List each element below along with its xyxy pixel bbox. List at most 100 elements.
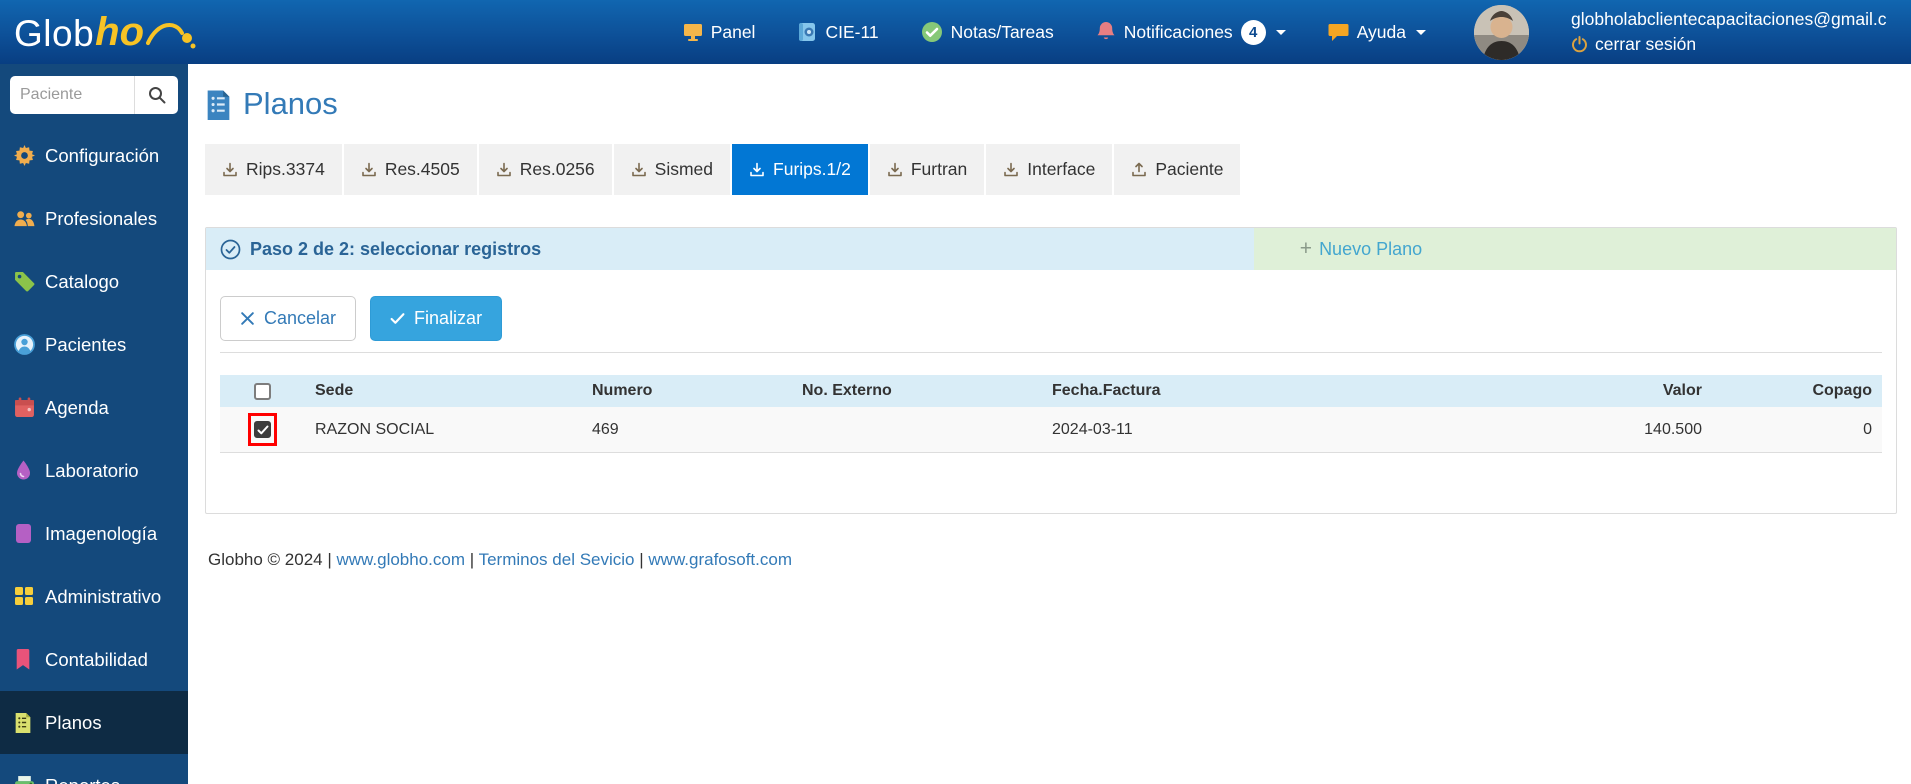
chevron-down-icon [1275,29,1286,35]
grid-icon [14,586,35,607]
tab-res4505[interactable]: Res.4505 [343,144,477,195]
records-panel: Paso 2 de 2: seleccionar registros + Nue… [205,227,1897,514]
tab-furtran[interactable]: Furtran [869,144,985,195]
tab-label: Paciente [1155,159,1224,179]
cell-no-externo [792,407,1042,453]
column-header-valor: Valor [1662,382,1702,399]
sidebar-item-agenda[interactable]: Agenda [0,376,188,439]
footer-link-globho[interactable]: www.globho.com [337,550,466,569]
footer-separator: | [639,550,644,569]
search-icon [148,86,166,104]
nav-item-notas-tareas[interactable]: Notas/Tareas [921,21,1054,43]
footer: Globho © 2024 | www.globho.com | Termino… [208,550,1897,570]
gear-icon [14,145,35,166]
panel-body: Cancelar Finalizar Sede Numero No. Exter… [206,270,1896,513]
cell-valor: 140.500 [1644,420,1702,438]
user-email: globholabclientecapacitaciones@gmail.c [1571,8,1887,29]
cell-numero: 469 [592,420,619,438]
chevron-down-icon [1416,29,1426,35]
calendar-icon [14,397,35,418]
column-header-fecha-factura: Fecha.Factura [1052,382,1161,399]
new-plan-button[interactable]: + Nuevo Plano [1253,228,1896,270]
nav-item-notificaciones[interactable]: Notificaciones 4 [1096,19,1286,45]
sidebar-item-contabilidad[interactable]: Contabilidad [0,628,188,691]
nav-item-panel[interactable]: Panel [683,21,756,43]
tab-label: Res.4505 [384,159,460,179]
search-button[interactable] [134,76,178,114]
row-checkbox[interactable] [254,421,271,438]
select-all-checkbox[interactable] [254,382,271,400]
sidebar-item-profesionales[interactable]: Profesionales [0,187,188,250]
sidebar-item-planos[interactable]: Planos [0,691,188,754]
nav-item-cie11[interactable]: CIE-11 [797,22,879,43]
people-icon [14,208,35,229]
download-icon [222,162,238,178]
patient-search-input[interactable] [10,76,134,114]
sidebar-item-catalogo[interactable]: Catalogo [0,250,188,313]
sidebar: Configuración Profesionales Catalogo Pac… [0,64,188,784]
cancel-button[interactable]: Cancelar [220,296,357,341]
step-indicator: Paso 2 de 2: seleccionar registros [206,228,1254,270]
bookmark-icon [14,649,35,670]
main-content: Planos Rips.3374 Res.4505 Res.0256 Sisme… [188,64,1911,570]
bell-icon [1096,21,1116,43]
check-icon [390,311,405,326]
step-label: Paso 2 de 2: seleccionar registros [250,238,542,259]
sidebar-menu: Configuración Profesionales Catalogo Pac… [0,124,188,784]
globho-logo[interactable]: Glob ho [14,10,198,55]
notification-count-badge: 4 [1240,19,1266,45]
sidebar-item-configuracion[interactable]: Configuración [0,124,188,187]
cell-copago: 0 [1863,420,1872,438]
tab-label: Furtran [910,159,968,179]
tab-furips12[interactable]: Furips.1/2 [732,144,868,195]
download-icon [1003,162,1019,178]
logo-text-ho: ho [95,9,145,54]
sidebar-label: Profesionales [45,207,158,229]
nav-label-panel: Panel [710,21,756,42]
table-row: RAZON SOCIAL 469 2024-03-11 140.500 0 [220,407,1882,453]
tab-label: Res.0256 [519,159,595,179]
sidebar-label: Planos [45,711,102,733]
tab-paciente[interactable]: Paciente [1114,144,1241,195]
nav-label-notificaciones: Notificaciones [1123,21,1233,42]
sidebar-item-administrativo[interactable]: Administrativo [0,565,188,628]
tab-res0256[interactable]: Res.0256 [478,144,612,195]
download-icon [361,162,377,178]
x-icon [240,311,255,326]
power-icon [1571,36,1588,53]
finish-button[interactable]: Finalizar [370,296,503,341]
document-icon [14,712,35,733]
check-circle-outline-icon [220,239,241,260]
sidebar-item-laboratorio[interactable]: Laboratorio [0,439,188,502]
sidebar-label: Configuración [45,144,160,166]
footer-link-terminos[interactable]: Terminos del Sevicio [479,550,635,569]
book-icon [797,22,817,42]
top-navbar: Glob ho Panel CIE-11 Notas/Tareas Notifi… [0,0,1911,64]
sidebar-label: Imagenología [45,522,158,544]
sidebar-label: Catalogo [45,270,120,292]
tab-sismed[interactable]: Sismed [613,144,731,195]
sidebar-label: Laboratorio [45,459,139,481]
sidebar-item-imagenologia[interactable]: Imagenología [0,502,188,565]
panel-header: Paso 2 de 2: seleccionar registros + Nue… [206,228,1896,270]
sidebar-label: Pacientes [45,333,127,355]
user-avatar[interactable] [1474,4,1529,60]
footer-link-grafosoft[interactable]: www.grafosoft.com [648,550,792,569]
logout-button[interactable]: cerrar sesión [1571,32,1911,57]
tab-interface[interactable]: Interface [986,144,1113,195]
square-icon [14,523,35,544]
sidebar-item-pacientes[interactable]: Pacientes [0,313,188,376]
tab-label: Furips.1/2 [773,159,851,179]
logo-text-glob: Glob [14,12,95,54]
nav-item-ayuda[interactable]: Ayuda [1328,22,1426,43]
download-icon [496,162,512,178]
page-title: Planos [205,86,1897,122]
sidebar-item-reportes[interactable]: Reportes [0,754,188,784]
check-circle-icon [921,21,943,43]
logout-label: cerrar sesión [1595,34,1697,54]
records-table: Sede Numero No. Externo Fecha.Factura Va… [220,375,1882,453]
column-header-sede: Sede [315,382,354,399]
tab-rips3374[interactable]: Rips.3374 [205,144,342,195]
patient-search-group [10,76,178,114]
column-header-copago: Copago [1812,382,1872,399]
